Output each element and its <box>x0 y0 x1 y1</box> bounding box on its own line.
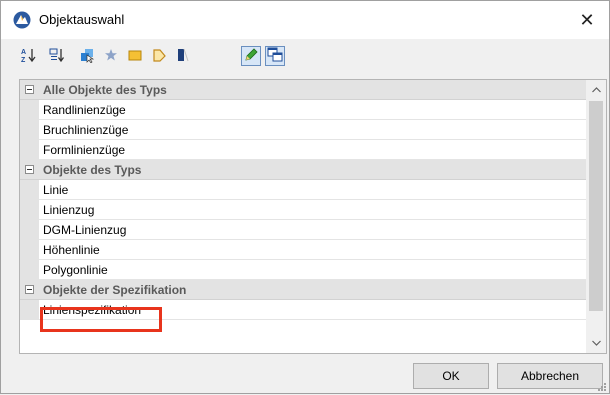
object-selection-dialog: Objektauswahl ✕ A Z Alle Objekte des Typ… <box>0 0 610 394</box>
overlap-windows-icon <box>267 47 283 66</box>
item-label: DGM-Linienzug <box>43 223 127 237</box>
polygon-icon <box>151 47 167 66</box>
scroll-down-button[interactable] <box>586 333 606 353</box>
close-button[interactable]: ✕ <box>565 1 609 39</box>
star-button[interactable] <box>101 46 121 66</box>
close-icon: ✕ <box>579 9 595 30</box>
item-label: Randlinienzüge <box>43 103 126 117</box>
item-label: Polygonlinie <box>43 263 108 277</box>
list-item[interactable]: DGM-Linienzug <box>20 220 586 240</box>
sort-category-button[interactable] <box>47 46 67 66</box>
item-label: Linienzug <box>43 203 95 217</box>
rectangle-icon <box>127 47 143 66</box>
svg-text:Z: Z <box>21 57 26 63</box>
list-item[interactable]: Polygonlinie <box>20 260 586 280</box>
resize-grip-icon[interactable] <box>597 381 607 391</box>
app-logo-icon <box>13 11 31 29</box>
book-button[interactable] <box>173 46 193 66</box>
category-alle-objekte[interactable]: Alle Objekte des Typs <box>20 80 586 100</box>
item-label: Linie <box>43 183 69 197</box>
cancel-button[interactable]: Abbrechen <box>497 363 603 389</box>
select-objects-icon <box>79 47 95 66</box>
select-objects-button[interactable] <box>77 46 97 66</box>
star-icon <box>104 48 118 65</box>
title-bar: Objektauswahl ✕ <box>1 1 609 39</box>
toolbar: A Z <box>19 44 319 70</box>
category-objekte-des-typs[interactable]: Objekte des Typs <box>20 160 586 180</box>
list-item[interactable]: Randlinienzüge <box>20 100 586 120</box>
list-item[interactable]: Linienzug <box>20 200 586 220</box>
highlight-annotation <box>40 307 162 332</box>
scroll-up-button[interactable] <box>586 80 606 100</box>
list-item[interactable]: Formlinienzüge <box>20 140 586 160</box>
vertical-scrollbar[interactable] <box>586 80 606 353</box>
category-label: Alle Objekte des Typs <box>43 83 167 97</box>
svg-text:A: A <box>21 49 26 56</box>
collapse-icon[interactable] <box>25 85 34 94</box>
list-item[interactable]: Bruchlinienzüge <box>20 120 586 140</box>
rectangle-button[interactable] <box>125 46 145 66</box>
list-item[interactable]: Höhenlinie <box>20 240 586 260</box>
polygon-button[interactable] <box>149 46 169 66</box>
edit-mode-button[interactable] <box>241 46 261 66</box>
category-objekte-der-spezifikation[interactable]: Objekte der Spezifikation <box>20 280 586 300</box>
scroll-thumb[interactable] <box>589 101 603 311</box>
ok-button[interactable]: OK <box>413 363 489 389</box>
item-label: Bruchlinienzüge <box>43 123 129 137</box>
book-icon <box>175 47 191 66</box>
sort-alphabetical-button[interactable]: A Z <box>19 46 39 66</box>
sort-category-icon <box>49 47 65 66</box>
collapse-icon[interactable] <box>25 165 34 174</box>
property-grid: Alle Objekte des Typs Randlinienzüge Bru… <box>19 79 607 354</box>
category-label: Objekte des Typs <box>43 163 142 177</box>
list-item[interactable]: Linie <box>20 180 586 200</box>
collapse-icon[interactable] <box>25 285 34 294</box>
overlap-windows-button[interactable] <box>265 46 285 66</box>
item-label: Formlinienzüge <box>43 143 126 157</box>
window-title: Objektauswahl <box>39 12 125 27</box>
sort-alphabetical-icon: A Z <box>21 47 37 66</box>
chevron-up-icon <box>591 87 601 93</box>
chevron-down-icon <box>591 340 601 346</box>
pencil-edit-icon <box>243 47 259 66</box>
item-label: Höhenlinie <box>43 243 100 257</box>
category-label: Objekte der Spezifikation <box>43 283 187 297</box>
property-grid-rows: Alle Objekte des Typs Randlinienzüge Bru… <box>20 80 586 353</box>
